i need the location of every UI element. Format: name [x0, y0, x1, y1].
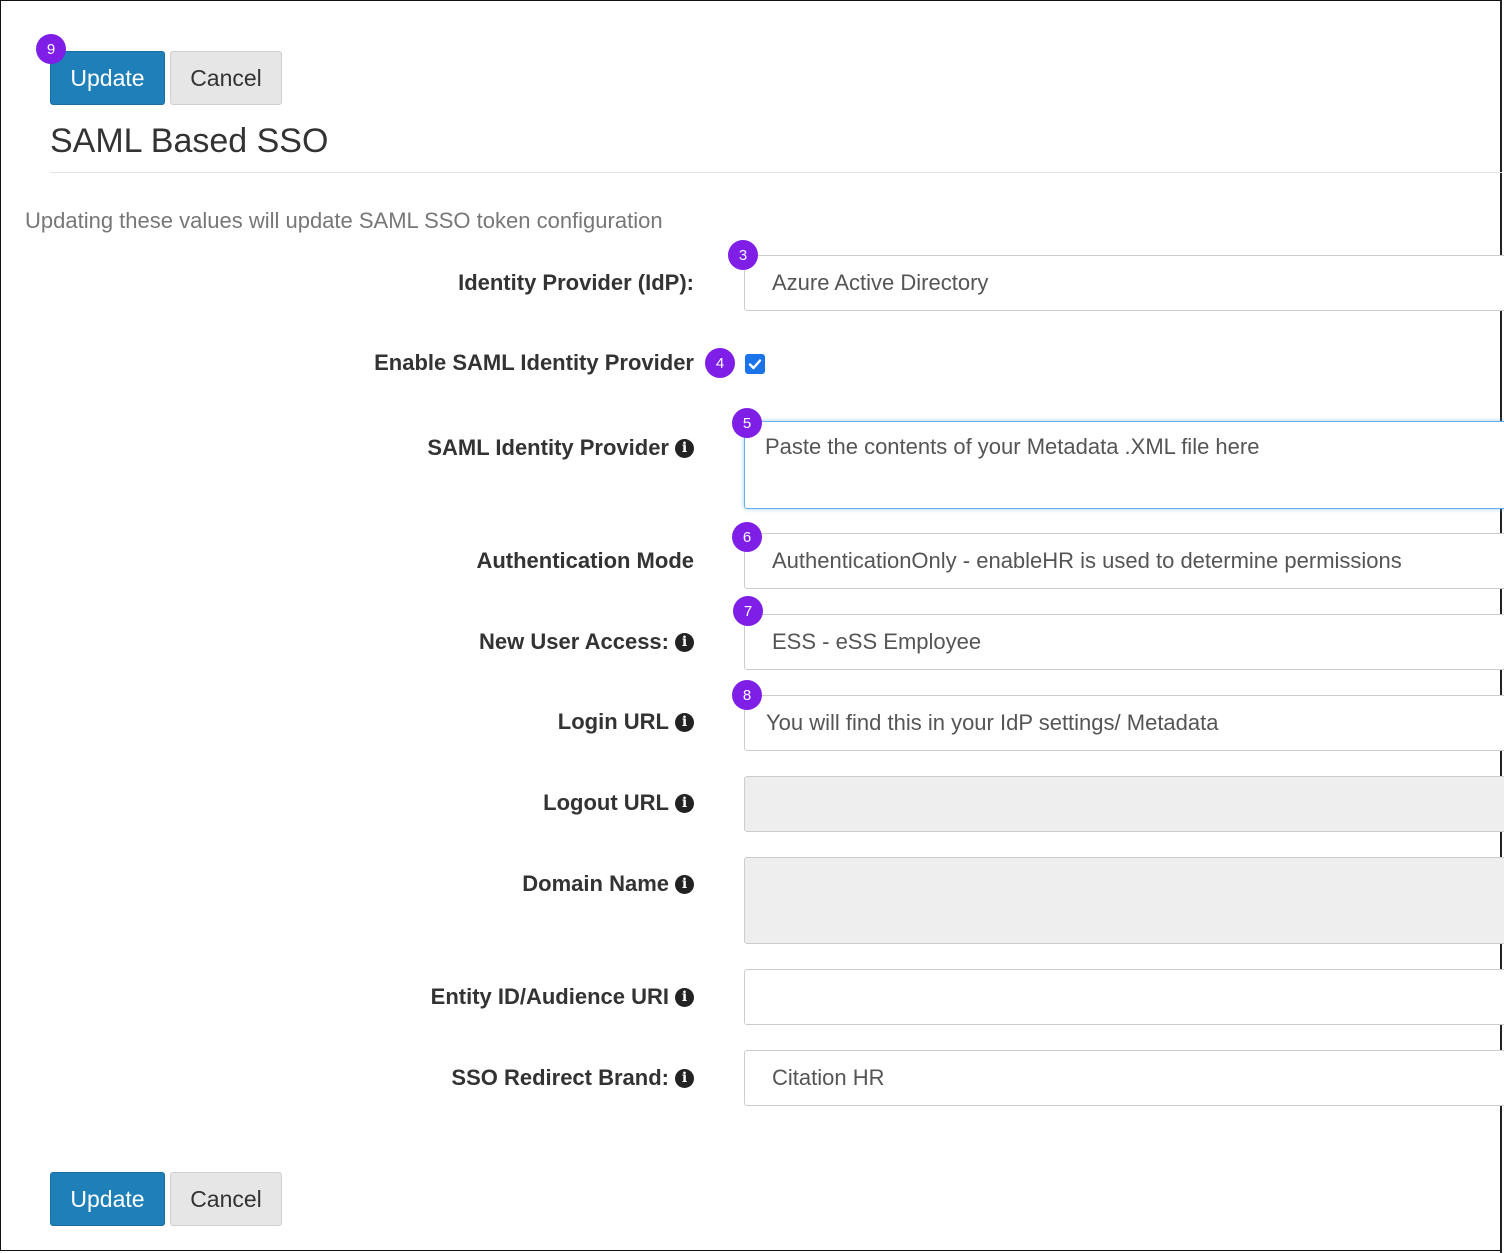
logout-url-label: Logout URL i — [543, 790, 694, 816]
login-url-placeholder: You will find this in your IdP settings/… — [766, 710, 1219, 735]
idp-label: Identity Provider (IdP): — [458, 270, 694, 296]
step-badge-enable: 4 — [705, 348, 735, 378]
login-url-label: Login URL i — [558, 709, 694, 735]
logout-url-label-text: Logout URL — [543, 790, 669, 815]
checkmark-icon — [748, 359, 762, 370]
auth-mode-label: Authentication Mode — [476, 548, 694, 574]
auth-mode-select-value: AuthenticationOnly - enableHR is used to… — [772, 548, 1402, 573]
redirect-brand-label-text: SSO Redirect Brand: — [451, 1065, 669, 1090]
info-circle-icon: i — [675, 712, 694, 732]
update-button-top[interactable]: Update — [50, 51, 165, 105]
new-user-select[interactable]: ESS - eSS Employee — [744, 614, 1504, 670]
entity-id-label-text: Entity ID/Audience URI — [430, 984, 669, 1009]
login-url-label-text: Login URL — [557, 709, 669, 734]
step-badge-idp: 3 — [728, 240, 758, 270]
enable-saml-checkbox[interactable] — [745, 354, 765, 374]
step-badge-update: 9 — [36, 34, 66, 64]
info-circle-icon: i — [675, 632, 694, 652]
new-user-label: New User Access: i — [479, 629, 694, 655]
info-circle-icon: i — [675, 874, 694, 894]
page-title: SAML Based SSO — [50, 122, 329, 160]
cancel-button-top[interactable]: Cancel — [170, 51, 282, 105]
entity-id-input[interactable] — [744, 969, 1504, 1025]
redirect-brand-select[interactable]: Citation HR — [744, 1050, 1504, 1106]
auth-mode-label-text: Authentication Mode — [476, 548, 694, 573]
page-subtitle: Updating these values will update SAML S… — [25, 208, 663, 233]
new-user-select-value: ESS - eSS Employee — [772, 629, 982, 654]
domain-name-label: Domain Name i — [522, 871, 694, 897]
enable-saml-label: Enable SAML Identity Provider — [374, 350, 694, 376]
info-circle-icon: i — [675, 1068, 694, 1088]
idp-select[interactable]: Azure Active Directory — [744, 255, 1504, 311]
entity-id-label: Entity ID/Audience URI i — [431, 984, 694, 1010]
domain-name-label-text: Domain Name — [522, 871, 669, 896]
new-user-label-text: New User Access: — [479, 629, 669, 654]
saml-idp-label: SAML Identity Provider i — [427, 435, 694, 461]
enable-saml-label-text: Enable SAML Identity Provider — [374, 350, 694, 375]
step-badge-saml-idp: 5 — [732, 408, 762, 438]
info-circle-icon: i — [675, 987, 694, 1007]
cancel-button-bottom[interactable]: Cancel — [170, 1172, 282, 1226]
info-circle-icon: i — [675, 438, 694, 458]
auth-mode-select[interactable]: AuthenticationOnly - enableHR is used to… — [744, 533, 1504, 589]
saml-idp-label-text: SAML Identity Provider — [427, 435, 669, 460]
idp-label-text: Identity Provider (IdP): — [458, 270, 694, 295]
saml-idp-textarea[interactable]: Paste the contents of your Metadata .XML… — [744, 421, 1504, 509]
info-circle-icon: i — [675, 793, 694, 813]
update-button-bottom[interactable]: Update — [50, 1172, 165, 1226]
step-badge-new-user: 7 — [733, 596, 763, 626]
logout-url-input[interactable] — [744, 776, 1504, 832]
login-url-input[interactable]: You will find this in your IdP settings/… — [744, 695, 1504, 751]
redirect-brand-label: SSO Redirect Brand: i — [451, 1065, 694, 1091]
domain-name-textarea[interactable] — [744, 857, 1504, 944]
step-badge-login-url: 8 — [732, 680, 762, 710]
idp-select-value: Azure Active Directory — [772, 270, 989, 295]
redirect-brand-select-value: Citation HR — [772, 1065, 885, 1090]
title-divider — [50, 172, 1502, 173]
step-badge-auth-mode: 6 — [732, 522, 762, 552]
saml-idp-placeholder: Paste the contents of your Metadata .XML… — [765, 434, 1260, 459]
